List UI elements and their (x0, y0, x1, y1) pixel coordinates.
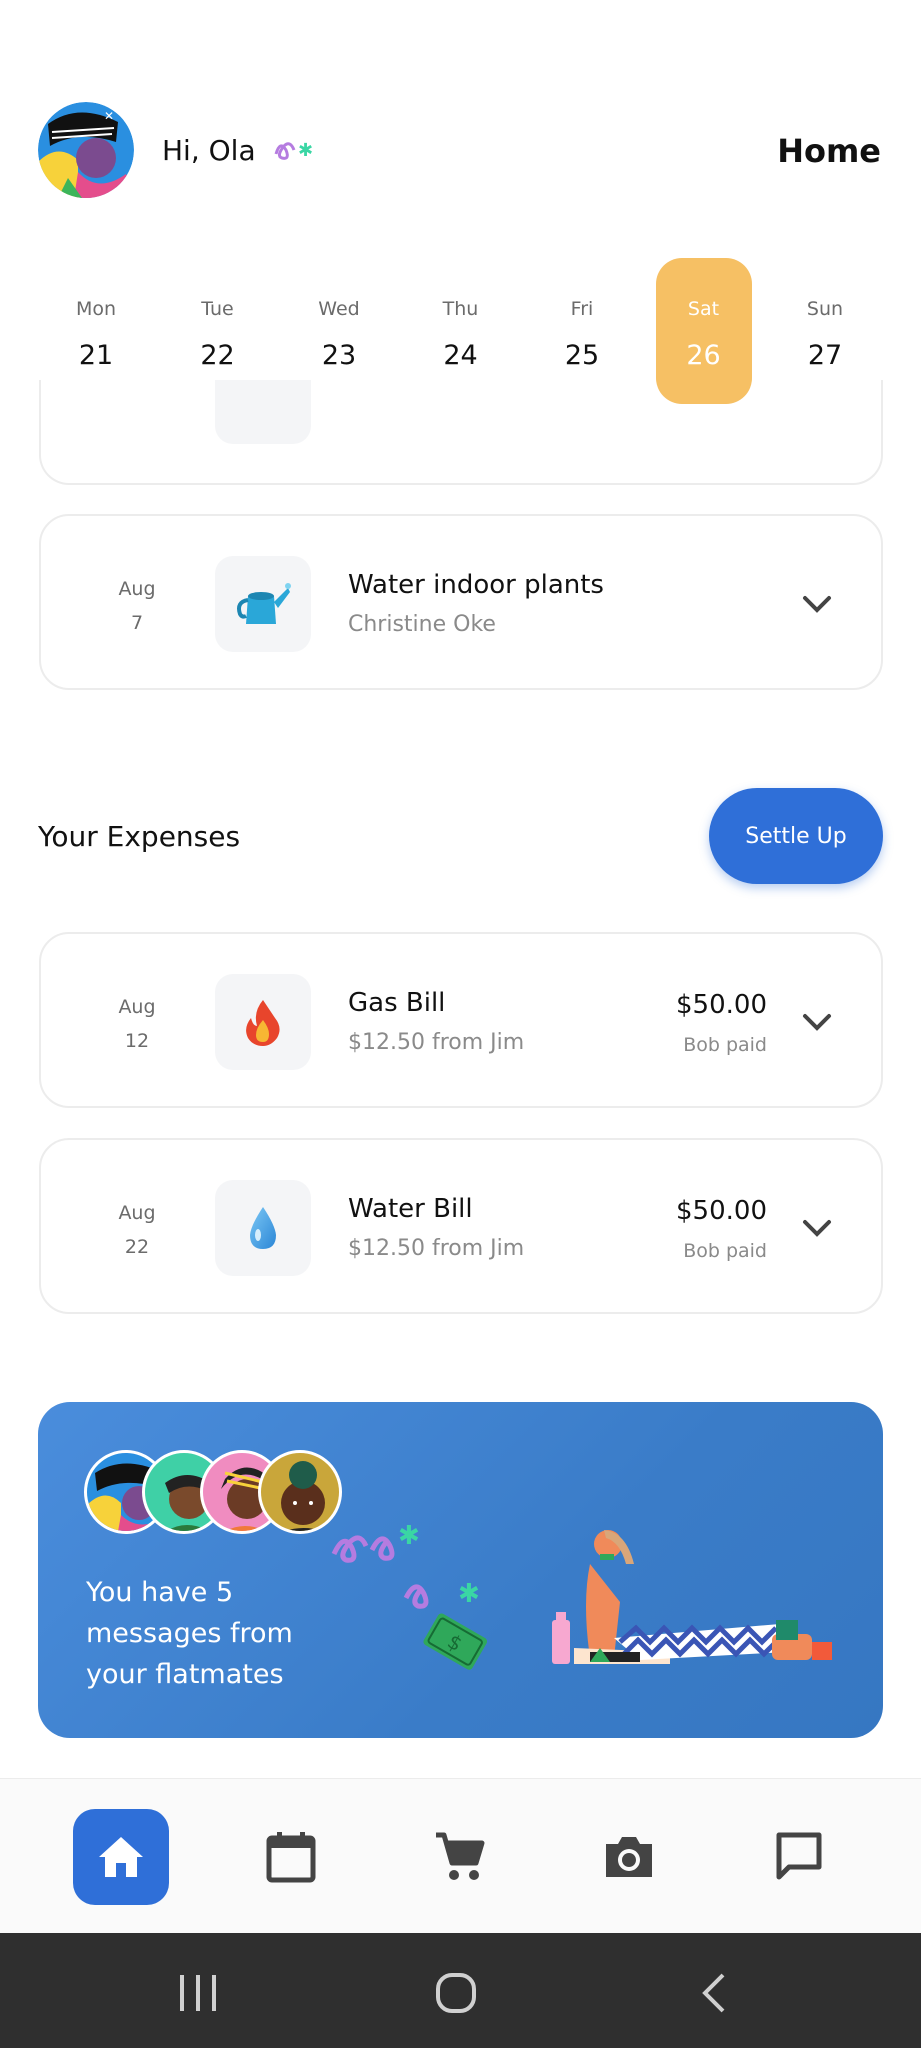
watering-can-icon (215, 556, 311, 652)
expense-title: Water Bill (348, 1194, 473, 1224)
chore-assignee: Christine Oke (348, 612, 496, 637)
user-avatar[interactable]: ✕ (38, 102, 134, 198)
system-navigation-bar (0, 1933, 921, 2048)
messages-banner[interactable]: You have 5 messages from your flatmates … (38, 1402, 883, 1738)
chevron-down-icon[interactable] (799, 592, 835, 616)
bottom-nav (0, 1778, 921, 1933)
chore-card[interactable]: Aug 7 Water indoor plants Christine Oke (39, 514, 883, 690)
day-number: 24 (443, 340, 478, 371)
day-number: 26 (686, 340, 721, 371)
app-header: ✕ Hi, Ola ✱ Home (0, 0, 921, 240)
chore-date: Aug 7 (101, 572, 173, 640)
nav-home[interactable] (73, 1809, 169, 1905)
day-number: 23 (321, 340, 357, 371)
day-name: Mon (75, 298, 117, 320)
day-name: Sat (687, 298, 720, 320)
nav-chat[interactable] (751, 1809, 847, 1905)
svg-text:✱: ✱ (458, 1579, 480, 1609)
fire-icon (215, 974, 311, 1070)
day-sun[interactable]: Sun 27 (777, 258, 873, 404)
expense-amount: $50.00 (676, 990, 767, 1020)
svg-text:✱: ✱ (398, 1521, 420, 1551)
chat-icon (776, 1832, 822, 1880)
back-button[interactable] (685, 1963, 745, 2023)
day-number: 22 (200, 340, 235, 371)
banner-message: You have 5 messages from your flatmates (86, 1577, 293, 1690)
decorative-squiggle-icon: ✱ (274, 140, 313, 161)
calendar-icon (266, 1832, 316, 1883)
back-arrow-icon (702, 1973, 725, 2013)
expense-month: Aug (118, 1202, 156, 1224)
water-drop-icon (215, 1180, 311, 1276)
expense-card-gas[interactable]: Aug 12 Gas Bill $12.50 from Jim $50.00 B… (39, 932, 883, 1108)
day-name: Tue (201, 298, 234, 320)
week-selector: Mon 21 Tue 22 Wed 23 Thu 24 Fri 25 Sat 2… (48, 258, 873, 408)
expense-day: 22 (124, 1236, 150, 1258)
expenses-section-title: Your Expenses (38, 820, 241, 853)
recent-apps-icon (180, 1975, 216, 2011)
greeting-text: Hi, Ola (162, 134, 256, 167)
home-icon (99, 1837, 143, 1877)
expense-payer: Bob paid (683, 1240, 767, 1262)
expense-card-water[interactable]: Aug 22 Water Bill $12.50 from Jim $50.00… (39, 1138, 883, 1314)
chevron-down-icon[interactable] (799, 1216, 835, 1240)
day-name: Sun (806, 298, 844, 320)
chore-month: Aug (118, 578, 156, 600)
expense-day: 12 (124, 1030, 150, 1052)
expense-date: Aug 12 (101, 990, 173, 1058)
home-system-button[interactable] (426, 1963, 486, 2023)
money-squiggle-illustration-icon: ✱ ✱ $ (331, 1521, 488, 1670)
day-number: 21 (78, 340, 114, 371)
expense-date: Aug 22 (101, 1196, 173, 1264)
cart-icon (436, 1832, 485, 1880)
svg-text:✕: ✕ (104, 109, 114, 123)
day-name: Wed (318, 298, 360, 320)
day-tue[interactable]: Tue 22 (170, 258, 266, 404)
expense-title: Gas Bill (348, 988, 446, 1018)
expense-share: $12.50 from Jim (348, 1236, 525, 1261)
expense-amount: $50.00 (676, 1196, 767, 1226)
expense-month: Aug (118, 996, 156, 1018)
day-mon[interactable]: Mon 21 (48, 258, 144, 404)
chore-day: 7 (130, 612, 144, 634)
camera-icon (606, 1837, 652, 1877)
day-number: 27 (807, 340, 843, 371)
day-number: 25 (564, 340, 600, 371)
day-wed[interactable]: Wed 23 (291, 258, 387, 404)
home-circle-icon (436, 1973, 476, 2013)
day-fri[interactable]: Fri 25 (534, 258, 630, 404)
nav-calendar[interactable] (243, 1809, 339, 1905)
chore-title: Water indoor plants (348, 570, 604, 600)
expense-payer: Bob paid (683, 1034, 767, 1056)
day-thu[interactable]: Thu 24 (413, 258, 509, 404)
page-title: Home (777, 132, 881, 170)
nav-cart[interactable] (412, 1809, 508, 1905)
svg-text:✱: ✱ (298, 140, 313, 161)
chevron-down-icon[interactable] (799, 1010, 835, 1034)
settle-up-button[interactable]: Settle Up (709, 788, 883, 884)
day-name: Fri (570, 298, 594, 320)
yoga-person-illustration-icon (552, 1530, 832, 1664)
nav-camera[interactable] (581, 1809, 677, 1905)
recent-apps-button[interactable] (168, 1963, 228, 2023)
expense-share: $12.50 from Jim (348, 1030, 525, 1055)
day-sat-selected[interactable]: Sat 26 (655, 258, 752, 404)
day-name: Thu (442, 298, 479, 320)
